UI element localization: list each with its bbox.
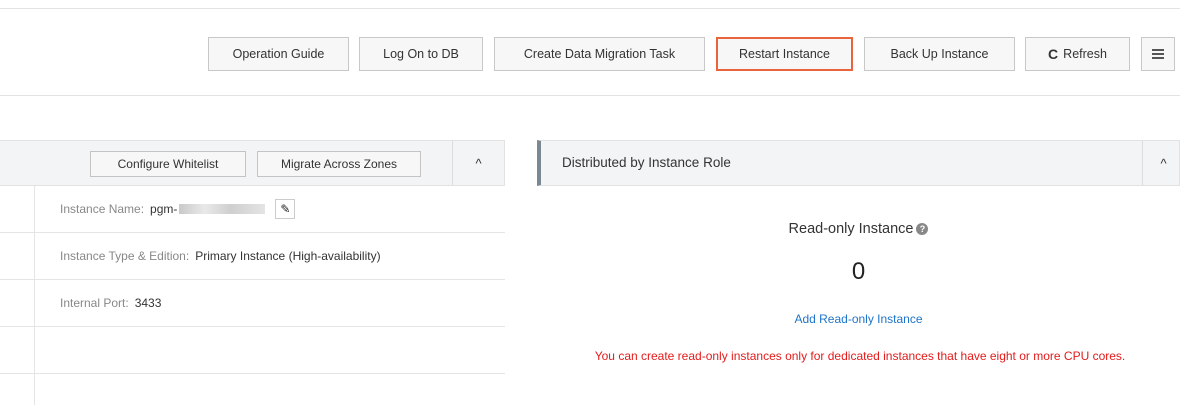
section-divider <box>0 95 1180 96</box>
create-data-migration-task-button[interactable]: Create Data Migration Task <box>494 37 705 71</box>
panel-title: Distributed by Instance Role <box>562 155 731 170</box>
restart-instance-button[interactable]: Restart Instance <box>716 37 853 71</box>
log-on-db-button[interactable]: Log On to DB <box>359 37 483 71</box>
help-icon[interactable]: ? <box>916 223 929 235</box>
empty-row <box>0 327 505 374</box>
internal-port-label: Internal Port: <box>60 296 129 310</box>
read-only-warning: You can create read-only instances only … <box>594 349 1126 363</box>
read-only-instance-label: Read-only Instance <box>788 221 914 237</box>
top-divider <box>0 8 1180 9</box>
refresh-icon: C <box>1048 46 1059 62</box>
instance-role-panel: Distributed by Instance Role ^ Read-only… <box>537 140 1180 405</box>
instance-toolbar: Operation Guide Log On to DB Create Data… <box>0 37 1180 73</box>
chevron-up-icon[interactable]: ^ <box>452 141 504 185</box>
operation-guide-button[interactable]: Operation Guide <box>208 37 349 71</box>
instance-type-label: Instance Type & Edition: <box>60 249 190 263</box>
configure-whitelist-button[interactable]: Configure Whitelist <box>90 151 246 177</box>
redacted-instance-id <box>179 204 266 214</box>
instance-role-header: Distributed by Instance Role ^ <box>537 140 1180 186</box>
instance-type-value: Primary Instance (High-availability) <box>195 249 381 263</box>
back-up-instance-button[interactable]: Back Up Instance <box>864 37 1015 71</box>
internal-port-row: Internal Port: 3433 <box>0 280 505 327</box>
view-list-button[interactable] <box>1141 37 1175 71</box>
migrate-across-zones-button[interactable]: Migrate Across Zones <box>257 151 421 177</box>
internal-port-value: 3433 <box>134 296 162 310</box>
basic-info-header: Configure Whitelist Migrate Across Zones… <box>0 140 505 186</box>
basic-info-panel: Configure Whitelist Migrate Across Zones… <box>0 140 505 405</box>
edit-icon[interactable]: ✎ <box>275 199 296 219</box>
instance-type-row: Instance Type & Edition: Primary Instanc… <box>0 233 505 280</box>
read-only-instance-heading: Read-only Instance? <box>537 221 1180 237</box>
refresh-button[interactable]: C Refresh <box>1025 37 1130 71</box>
instance-name-value: pgm- <box>150 202 178 216</box>
instance-name-label: Instance Name: <box>60 202 145 216</box>
chevron-up-icon[interactable]: ^ <box>1142 141 1180 185</box>
instance-name-row: Instance Name: pgm- ✎ <box>0 186 505 233</box>
list-icon <box>1152 49 1164 59</box>
refresh-label: Refresh <box>1063 47 1107 61</box>
read-only-instance-count: 0 <box>851 258 866 285</box>
empty-row <box>0 374 505 405</box>
instance-role-body: Read-only Instance? 0 Add Read-only Inst… <box>537 186 1180 405</box>
add-read-only-instance-link[interactable]: Add Read-only Instance <box>537 312 1180 326</box>
